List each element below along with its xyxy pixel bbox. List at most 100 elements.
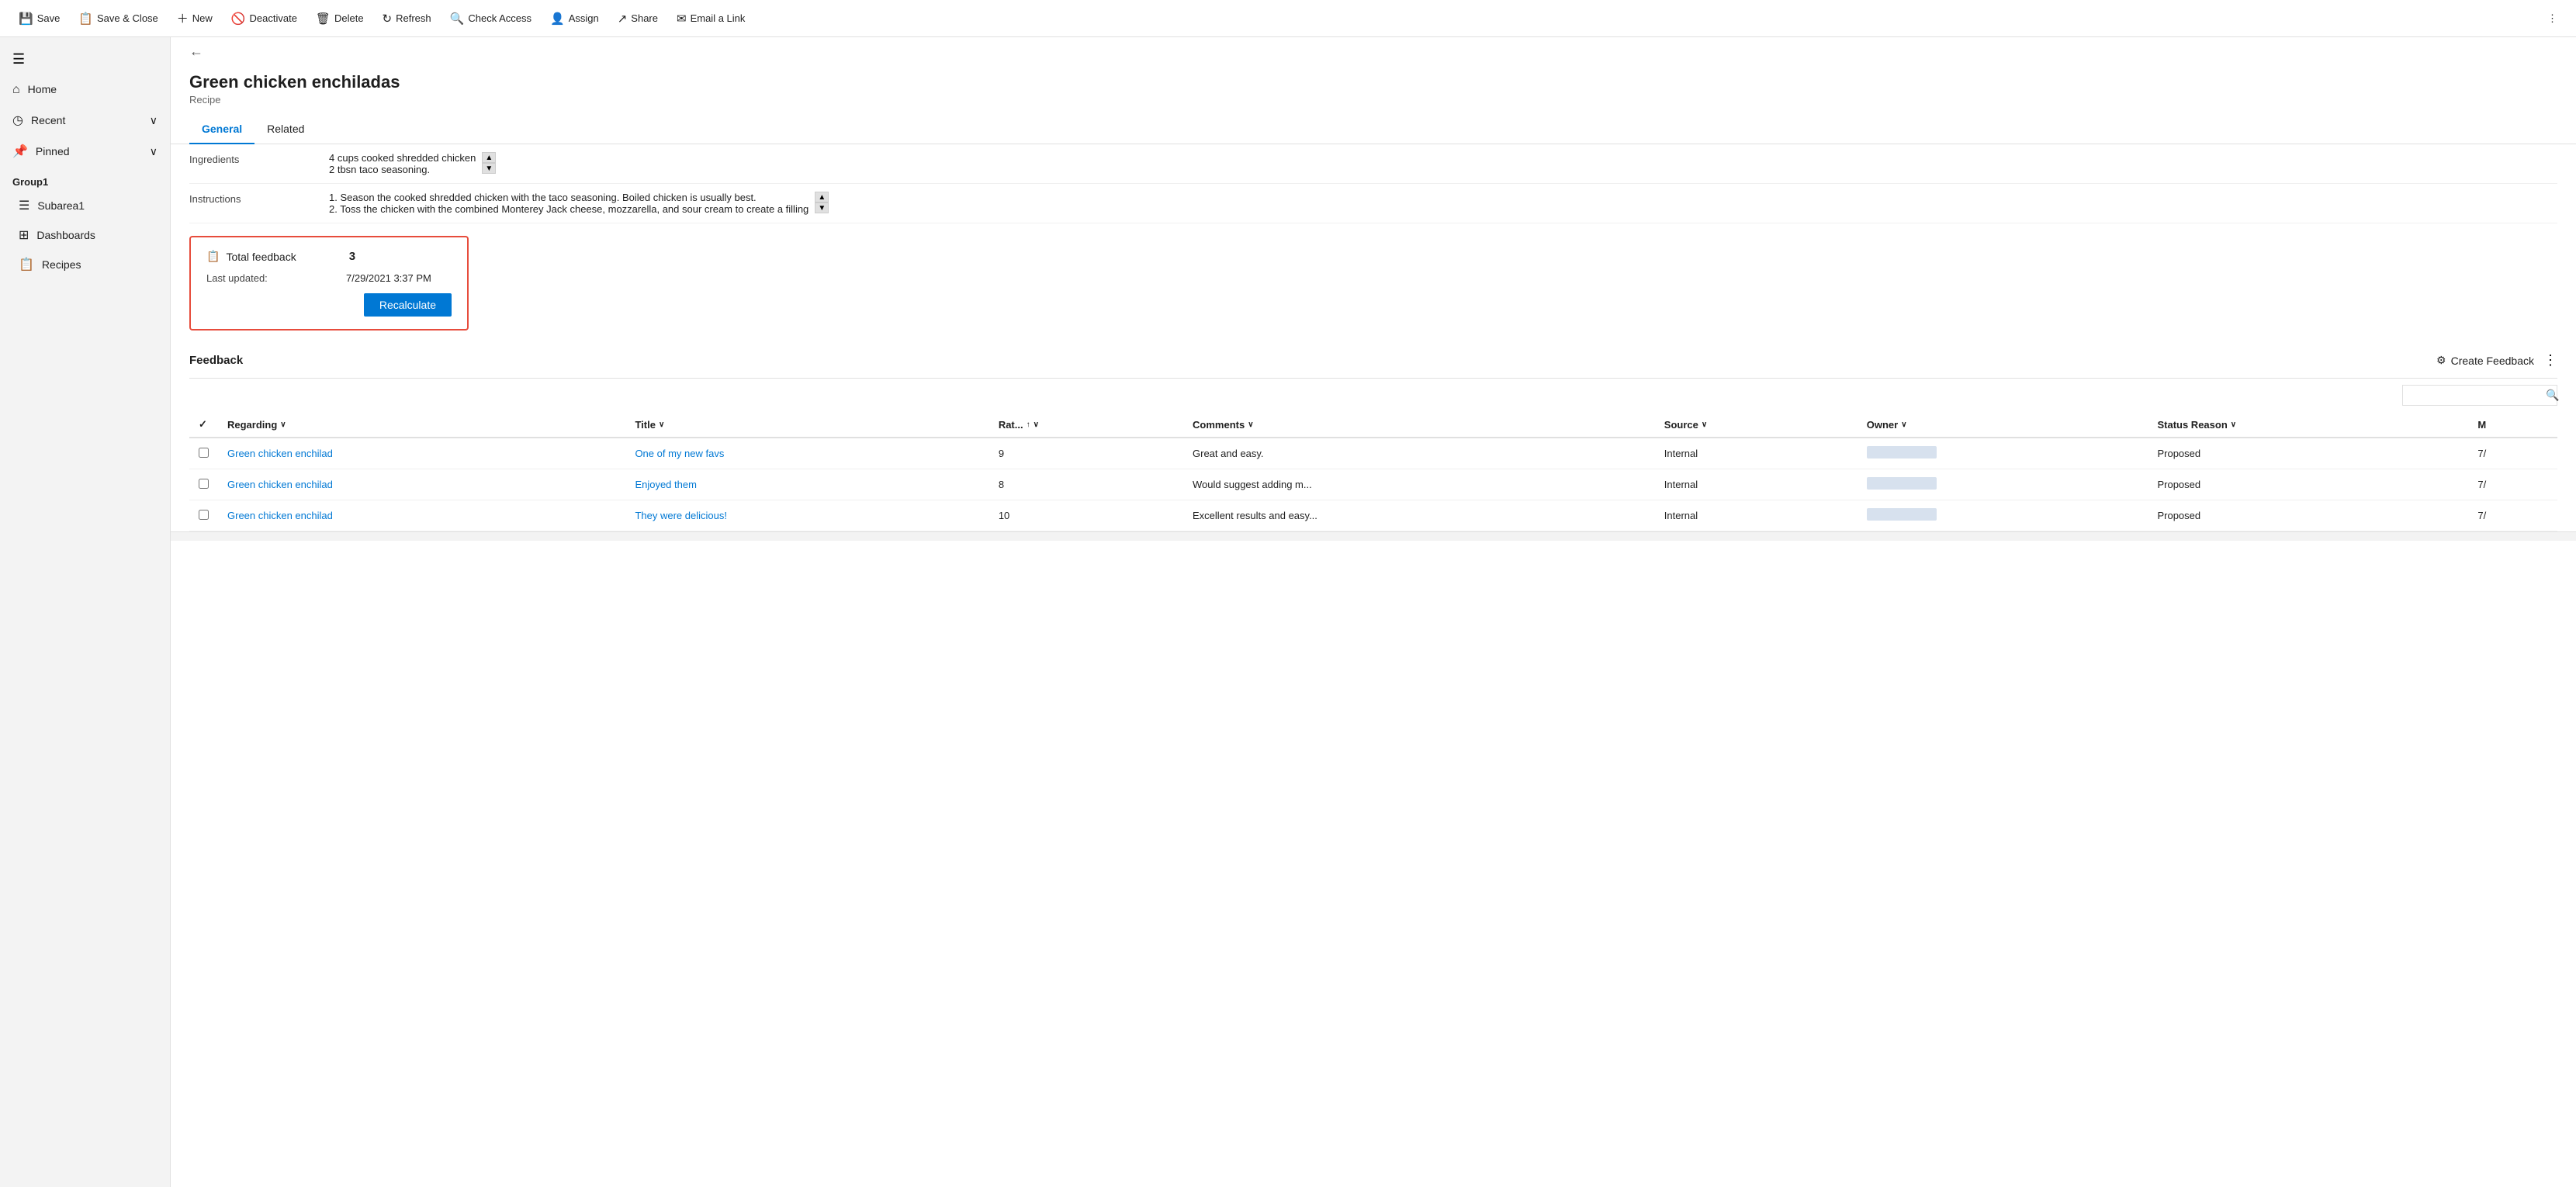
cell-check-2[interactable] [189, 500, 218, 531]
sort-icon: ∨ [1248, 420, 1253, 429]
recipes-icon: 📋 [19, 257, 34, 272]
sidebar-item-subarea1[interactable]: ☰ Subarea1 [0, 191, 170, 220]
assign-icon: 👤 [550, 12, 565, 26]
cell-status-reason-2: Proposed [2148, 500, 2468, 531]
back-button[interactable]: ← [189, 43, 203, 60]
sort-icon: ∨ [280, 420, 286, 429]
title-link-2[interactable]: They were delicious! [635, 510, 727, 521]
scroll-down-btn[interactable]: ▼ [482, 163, 496, 174]
th-status-reason[interactable]: Status Reason∨ [2148, 412, 2468, 438]
refresh-button[interactable]: ↻ Refresh [373, 0, 441, 37]
search-icon[interactable]: 🔍 [2546, 389, 2559, 402]
cell-check-0[interactable] [189, 438, 218, 469]
owner-value-1 [1867, 477, 1937, 490]
rollup-header: 📋 Total feedback 3 [206, 250, 452, 263]
instructions-label: Instructions [189, 192, 329, 205]
rollup-last-updated-value: 7/29/2021 3:37 PM [346, 272, 431, 284]
toolbar-more-button[interactable]: ⋮ [2538, 0, 2567, 37]
save-close-button[interactable]: 📋 Save & Close [69, 0, 167, 37]
feedback-section: Feedback ⚙ Create Feedback ⋮ 🔍 [171, 343, 2576, 531]
create-feedback-button[interactable]: ⚙ Create Feedback [2436, 354, 2534, 367]
th-regarding[interactable]: Regarding∨ [218, 412, 625, 438]
content-header: Green chicken enchiladas Recipe [171, 60, 2576, 106]
instr-scroll-up-btn[interactable]: ▲ [815, 192, 829, 202]
email-link-button[interactable]: ✉ Email a Link [667, 0, 754, 37]
recent-icon: ◷ [12, 114, 23, 127]
page-title: Green chicken enchiladas [189, 72, 2557, 92]
sidebar-group-label: Group1 [0, 167, 170, 191]
ingredients-value: 4 cups cooked shredded chicken 2 tbsn ta… [329, 152, 2557, 175]
sidebar-item-dashboards[interactable]: ⊞ Dashboards [0, 220, 170, 250]
rollup-count: 3 [349, 250, 355, 263]
new-button[interactable]: ＋ New [168, 0, 222, 37]
assign-button[interactable]: 👤 Assign [541, 0, 608, 37]
new-icon: ＋ [177, 10, 189, 26]
table-row: Green chicken enchilad One of my new fav… [189, 438, 2557, 469]
save-button[interactable]: 💾 Save [9, 0, 69, 37]
deactivate-icon: 🚫 [231, 12, 246, 26]
sort-up-icon: ↑ [1027, 420, 1030, 429]
th-rating[interactable]: Rat...↑∨ [989, 412, 1183, 438]
title-link-0[interactable]: One of my new favs [635, 448, 724, 459]
cell-rating-1: 8 [989, 469, 1183, 500]
instr-scroll-down-btn[interactable]: ▼ [815, 202, 829, 213]
recalculate-button[interactable]: Recalculate [364, 293, 452, 317]
title-link-1[interactable]: Enjoyed them [635, 479, 697, 490]
search-box: 🔍 [2402, 385, 2557, 406]
more-icon: ⋮ [2547, 12, 2557, 25]
page-subtitle: Recipe [189, 94, 2557, 106]
row-checkbox-1[interactable] [199, 479, 209, 489]
more-vertical-icon: ⋮ [2543, 352, 2557, 368]
table-header-row: ✓ Regarding∨ Title∨ Rat...↑∨ Comments∨ [189, 412, 2557, 438]
cell-check-1[interactable] [189, 469, 218, 500]
owner-value-2 [1867, 508, 1937, 521]
bottom-scrollbar[interactable] [171, 531, 2576, 541]
feedback-header: Feedback ⚙ Create Feedback ⋮ [189, 343, 2557, 379]
sidebar-item-pinned[interactable]: 📌Pinned ∨ [0, 136, 170, 167]
feedback-table: ✓ Regarding∨ Title∨ Rat...↑∨ Comments∨ [189, 412, 2557, 531]
feedback-actions: ⚙ Create Feedback ⋮ [2436, 352, 2557, 369]
hamburger-button[interactable]: ☰ [0, 43, 170, 75]
email-icon: ✉ [677, 12, 687, 26]
cell-m-0: 7/ [2468, 438, 2557, 469]
regarding-link-0[interactable]: Green chicken enchilad [227, 448, 333, 459]
instructions-value: 1. Season the cooked shredded chicken wi… [329, 192, 2557, 215]
cell-regarding-0: Green chicken enchilad [218, 438, 625, 469]
cell-title-0: One of my new favs [625, 438, 989, 469]
sidebar-item-recipes[interactable]: 📋 Recipes [0, 250, 170, 279]
ingredients-label: Ingredients [189, 152, 329, 165]
form-row-instructions: Instructions 1. Season the cooked shredd… [189, 184, 2557, 223]
rollup-card: 📋 Total feedback 3 Last updated: 7/29/20… [189, 236, 469, 330]
check-access-icon: 🔍 [450, 12, 465, 26]
deactivate-button[interactable]: 🚫 Deactivate [222, 0, 306, 37]
share-button[interactable]: ↗ Share [608, 0, 667, 37]
th-check[interactable]: ✓ [189, 412, 218, 438]
th-m[interactable]: M [2468, 412, 2557, 438]
scroll-up-btn[interactable]: ▲ [482, 152, 496, 163]
cell-title-1: Enjoyed them [625, 469, 989, 500]
share-icon: ↗ [618, 12, 628, 26]
row-checkbox-0[interactable] [199, 448, 209, 458]
tab-related[interactable]: Related [254, 115, 317, 144]
cell-title-2: They were delicious! [625, 500, 989, 531]
th-comments[interactable]: Comments∨ [1183, 412, 1655, 438]
pin-icon: 📌 [12, 145, 28, 158]
sidebar-item-home[interactable]: ⌂Home [0, 75, 170, 105]
cell-owner-0 [1858, 438, 2148, 469]
feedback-more-button[interactable]: ⋮ [2543, 352, 2557, 369]
tab-general[interactable]: General [189, 115, 254, 144]
feedback-table-body: Green chicken enchilad One of my new fav… [189, 438, 2557, 531]
delete-button[interactable]: 🗑 Delete [306, 0, 373, 37]
search-input[interactable] [2409, 389, 2546, 401]
sidebar-item-recent[interactable]: ◷Recent ∨ [0, 105, 170, 136]
row-checkbox-2[interactable] [199, 510, 209, 520]
regarding-link-1[interactable]: Green chicken enchilad [227, 479, 333, 490]
check-access-button[interactable]: 🔍 Check Access [441, 0, 541, 37]
cell-regarding-1: Green chicken enchilad [218, 469, 625, 500]
cell-m-1: 7/ [2468, 469, 2557, 500]
th-source[interactable]: Source∨ [1655, 412, 1858, 438]
th-owner[interactable]: Owner∨ [1858, 412, 2148, 438]
th-title[interactable]: Title∨ [625, 412, 989, 438]
cell-source-1: Internal [1655, 469, 1858, 500]
regarding-link-2[interactable]: Green chicken enchilad [227, 510, 333, 521]
